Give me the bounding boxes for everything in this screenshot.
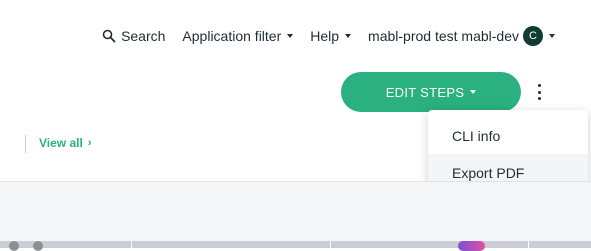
search-icon xyxy=(102,29,116,43)
caret-down-icon xyxy=(470,90,477,94)
search-label: Search xyxy=(121,28,166,44)
caret-down-icon xyxy=(345,34,352,38)
chevron-right-icon: › xyxy=(87,137,92,149)
avatar: C xyxy=(523,26,543,46)
results-strip xyxy=(0,241,591,248)
divider xyxy=(25,135,26,153)
caret-down-icon xyxy=(549,34,555,38)
application-filter-label: Application filter xyxy=(182,28,282,44)
edit-steps-button[interactable]: EDIT STEPS xyxy=(341,72,521,112)
menu-item-cli-info[interactable]: CLI info xyxy=(428,117,588,154)
search-button[interactable]: Search xyxy=(102,28,165,44)
strip-divider xyxy=(131,241,132,248)
workspace-dropdown[interactable]: mabl-prod test mabl-dev C xyxy=(368,26,555,46)
status-dot xyxy=(9,241,19,251)
content-area xyxy=(0,182,591,248)
caret-down-icon xyxy=(287,34,294,38)
view-all-label: View all xyxy=(39,136,83,150)
top-navigation: Search Application filter Help mabl-prod… xyxy=(102,24,555,48)
strip-divider xyxy=(330,241,331,248)
strip-divider xyxy=(528,241,529,248)
help-dropdown[interactable]: Help xyxy=(310,28,352,44)
status-badge xyxy=(458,241,485,251)
help-label: Help xyxy=(310,28,340,44)
status-dot xyxy=(33,241,43,251)
application-filter-dropdown[interactable]: Application filter xyxy=(182,28,294,44)
more-options-icon[interactable] xyxy=(534,84,544,100)
workspace-label: mabl-prod test mabl-dev xyxy=(368,28,519,44)
view-all-link[interactable]: View all › xyxy=(39,136,91,150)
edit-steps-label: EDIT STEPS xyxy=(385,84,465,100)
